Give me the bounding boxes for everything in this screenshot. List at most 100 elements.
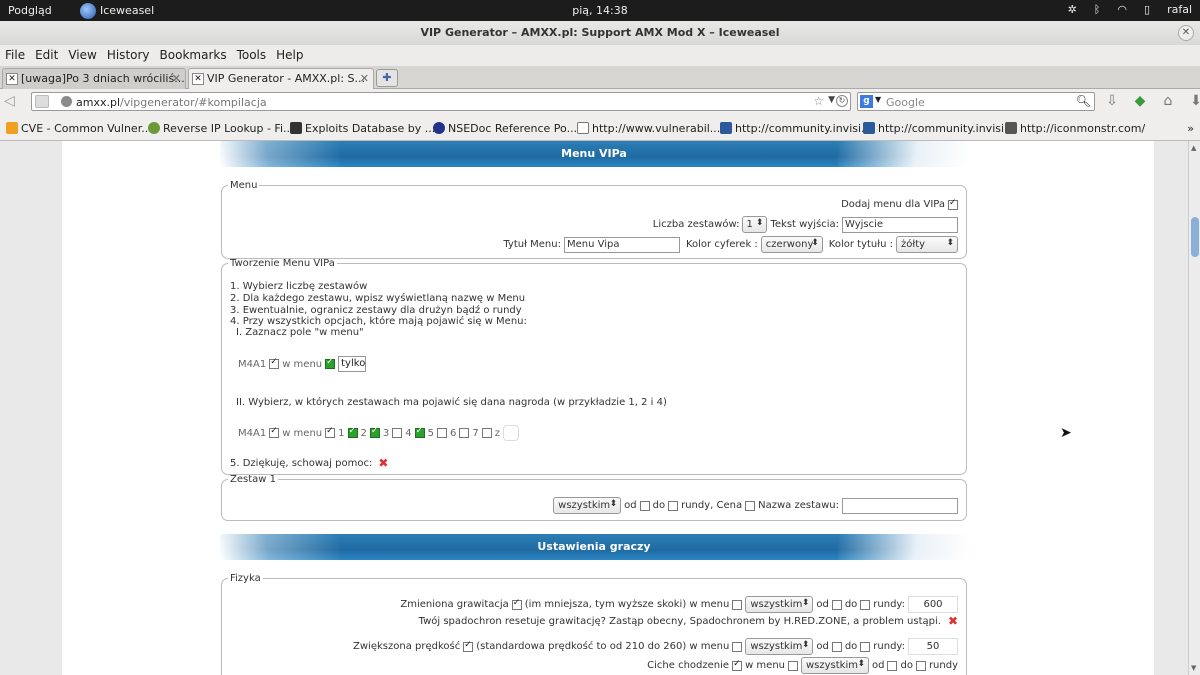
scroll-down-icon[interactable]: ▼: [1191, 664, 1196, 672]
set-checkbox-8[interactable]: [481, 428, 492, 438]
menu-help[interactable]: Help: [271, 45, 308, 66]
activities-button[interactable]: Podgląd: [8, 4, 52, 17]
accessibility-icon[interactable]: ✲: [1068, 3, 1077, 16]
wifi-icon[interactable]: ◠: [1117, 3, 1127, 16]
set-checkbox-6[interactable]: [437, 428, 448, 438]
new-tab-button[interactable]: ✚: [376, 69, 398, 87]
digit-color-select[interactable]: czerwony: [760, 236, 823, 253]
silent-checkbox[interactable]: [732, 659, 743, 671]
set1-do-checkbox[interactable]: [668, 500, 679, 511]
bookmarks-overflow-icon[interactable]: »: [1187, 122, 1194, 135]
page-viewport: Menu VIPa Menu Dodaj menu dla VIPa Liczb…: [0, 141, 1188, 675]
example-input[interactable]: tylko: [338, 356, 367, 372]
tab-close-icon[interactable]: ✕: [172, 72, 181, 85]
search-bar[interactable]: g ▼ Google 🔍︎: [857, 92, 1095, 111]
back-icon[interactable]: ◁: [4, 93, 24, 111]
search-icon[interactable]: 🔍︎: [1076, 94, 1091, 108]
bookmark-item[interactable]: CVE - Common Vulner...: [6, 122, 152, 135]
battery-icon[interactable]: ▯: [1144, 3, 1150, 16]
menu-title-input[interactable]: Menu Vipa: [563, 236, 680, 253]
bookmark-item[interactable]: Reverse IP Lookup - Fi...: [148, 122, 294, 135]
engine-dropdown-icon[interactable]: ▼: [875, 95, 881, 104]
url-text[interactable]: amxx.pl/vipgenerator/#kompilacja: [76, 96, 267, 109]
silent-do-checkbox[interactable]: [915, 660, 926, 671]
menu-tools[interactable]: Tools: [232, 45, 272, 66]
gravity-team-select[interactable]: wszystkim: [745, 596, 814, 613]
site-identity-icon[interactable]: [35, 95, 49, 108]
set-checkbox-7[interactable]: [459, 428, 470, 438]
bookmark-star-icon[interactable]: ☆: [813, 94, 824, 108]
gravity-od-checkbox[interactable]: [831, 599, 842, 610]
bookmark-label: NSEDoc Reference Po...: [448, 122, 578, 135]
bookmark-item[interactable]: http://www.vulnerabil...: [577, 122, 720, 135]
speed-checkbox[interactable]: [463, 640, 474, 652]
set1-team-select[interactable]: wszystkim: [553, 497, 622, 514]
speed-team-select[interactable]: wszystkim: [745, 638, 814, 655]
downloads-icon[interactable]: ⇩: [1102, 92, 1122, 111]
example-checkbox[interactable]: [269, 357, 280, 369]
set-checkbox-4[interactable]: [392, 428, 403, 438]
menu-edit[interactable]: Edit: [30, 45, 63, 66]
gravity-note-close-icon[interactable]: ✖: [948, 614, 958, 628]
sets-count-select[interactable]: 1: [742, 216, 768, 233]
tab-uwaga[interactable]: ✕ [uwaga]Po 3 dniach wróciliś... ✕: [2, 68, 186, 89]
addon-icon[interactable]: ◆: [1130, 92, 1150, 111]
silent-inmenu-checkbox[interactable]: [788, 660, 798, 671]
silent-team-select[interactable]: wszystkim: [801, 657, 869, 674]
example-checkbox[interactable]: [269, 426, 280, 438]
set1-price-checkbox[interactable]: [745, 500, 756, 511]
set-checkbox-3[interactable]: [369, 426, 380, 438]
speed-inmenu-checkbox[interactable]: [732, 641, 743, 652]
set-checkbox-2[interactable]: [347, 426, 358, 438]
gravity-value-input[interactable]: 600: [908, 596, 958, 613]
silent-row: Ciche chodzenie w menu wszystkim od do r…: [647, 657, 958, 674]
pocket-icon[interactable]: ⬇: [1186, 92, 1200, 111]
hide-help-close-icon[interactable]: ✖: [378, 456, 388, 470]
bluetooth-icon[interactable]: ᛒ: [1094, 3, 1101, 16]
set-checkbox-1[interactable]: [325, 426, 336, 438]
user-menu[interactable]: rafal: [1167, 3, 1192, 16]
clock-text[interactable]: pią, 14:38: [572, 4, 627, 17]
globe-icon: [61, 96, 72, 107]
example-inmenu-label: w menu: [282, 358, 323, 370]
scroll-up-icon[interactable]: ▲: [1191, 144, 1196, 152]
tab-vip-generator[interactable]: ✕ VIP Generator - AMXX.pl: S... ✕: [188, 68, 374, 89]
exit-text-input[interactable]: Wyjscie: [842, 216, 958, 233]
menu-bookmarks[interactable]: Bookmarks: [155, 45, 232, 66]
bookmark-item[interactable]: Exploits Database by ...: [290, 122, 435, 135]
page-body: Menu VIPa Menu Dodaj menu dla VIPa Liczb…: [62, 141, 1154, 675]
set1-name-input[interactable]: [842, 497, 958, 514]
menu-file[interactable]: File: [0, 45, 30, 66]
add-menu-checkbox[interactable]: [948, 198, 958, 210]
url-dropdown-icon[interactable]: ▼: [828, 95, 835, 105]
speed-od-checkbox[interactable]: [831, 641, 842, 652]
reload-icon[interactable]: ↻: [836, 95, 848, 107]
menu-view[interactable]: View: [63, 45, 101, 66]
gravity-checkbox[interactable]: [511, 598, 522, 610]
gravity-inmenu-checkbox[interactable]: [732, 599, 743, 610]
bookmark-favicon-icon: [433, 122, 445, 134]
gravity-do-checkbox[interactable]: [860, 599, 871, 610]
bookmark-item[interactable]: NSEDoc Reference Po...: [433, 122, 577, 135]
bookmark-item[interactable]: http://community.invisi...: [720, 122, 872, 135]
window-close-icon[interactable]: ✕: [1178, 25, 1194, 41]
page-scrollbar[interactable]: ▲ ▼: [1188, 141, 1200, 675]
silent-od-checkbox[interactable]: [887, 660, 898, 671]
set-checkbox-5[interactable]: [414, 426, 425, 438]
bookmark-item[interactable]: http://iconmonstr.com/: [1005, 122, 1145, 135]
bookmark-favicon-icon: [720, 122, 732, 134]
scrollbar-thumb[interactable]: [1191, 217, 1199, 257]
set-z-input[interactable]: [503, 425, 520, 441]
tab-close-icon[interactable]: ✕: [360, 72, 369, 85]
set1-od-checkbox[interactable]: [639, 500, 650, 511]
home-icon[interactable]: ⌂: [1158, 92, 1178, 111]
speed-do-checkbox[interactable]: [860, 641, 871, 652]
google-engine-icon[interactable]: g: [860, 95, 873, 108]
menu-history[interactable]: History: [102, 45, 155, 66]
title-color-select[interactable]: żółty: [896, 236, 958, 253]
app-menu[interactable]: Iceweasel: [80, 1, 154, 20]
speed-value-input[interactable]: 50: [908, 638, 958, 655]
example-highlight-checkbox[interactable]: [325, 357, 336, 369]
bookmark-item[interactable]: http://community.invisi...: [863, 122, 1015, 135]
url-bar[interactable]: amxx.pl/vipgenerator/#kompilacja ☆ ▼ ↻: [31, 92, 851, 111]
